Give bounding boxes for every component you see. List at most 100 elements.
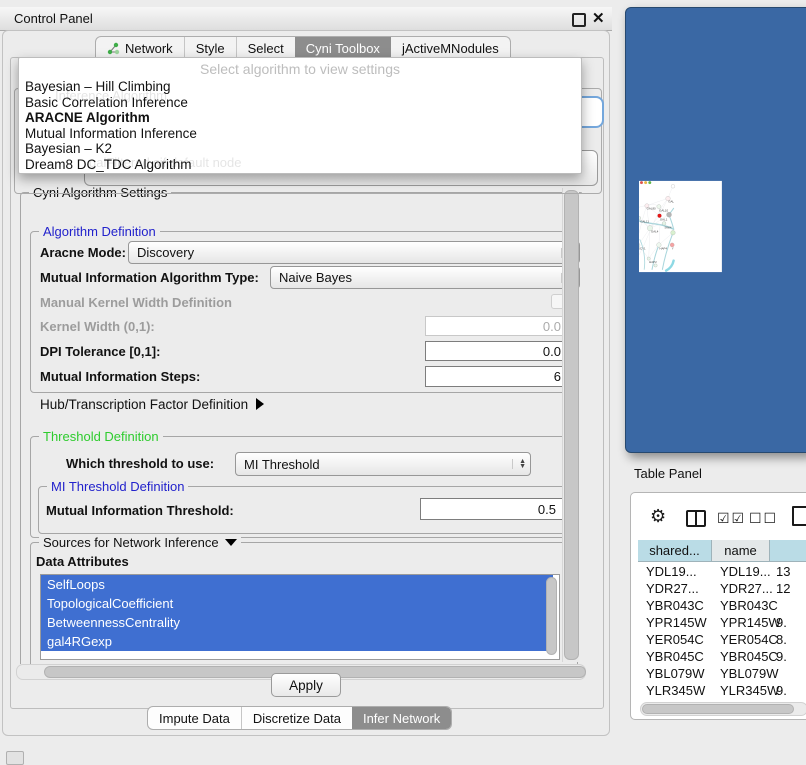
window-traffic-lights (640, 181, 651, 184)
mi-threshold-label: Mutual Information Threshold: (46, 500, 234, 520)
float-window-icon[interactable] (572, 13, 586, 27)
network-node-label: GAL1 (660, 217, 668, 221)
minimize-traffic-light[interactable] (644, 181, 647, 184)
table-cell[interactable]: YPR145W (720, 615, 781, 630)
zoom-traffic-light[interactable] (648, 181, 651, 184)
algorithm-option[interactable]: Bayesian – K2 (23, 141, 577, 157)
document-icon[interactable] (792, 506, 806, 526)
kernel-width-label: Kernel Width (0,1): (40, 316, 155, 336)
data-attribute-item[interactable]: gal4RGexp (41, 632, 553, 651)
tab-discretize-data[interactable]: Discretize Data (241, 707, 352, 729)
network-node[interactable] (657, 205, 661, 209)
network-node-label: GAL (668, 200, 674, 204)
network-node[interactable] (662, 222, 666, 226)
network-canvas[interactable]: GALGAL80GAL10GAL11GAL1SWI4GAL4GCY1HAP4YH… (639, 13, 806, 440)
algorithm-option[interactable]: Mutual Information Inference (23, 126, 577, 142)
tab-jactivemnodules[interactable]: jActiveMNodules (391, 37, 510, 59)
tab-style[interactable]: Style (184, 37, 236, 59)
table-cell[interactable]: YBR045C (720, 649, 778, 664)
algorithm-selector-prompt: Select algorithm to view settings (19, 61, 581, 77)
settings-vscrollbar-thumb[interactable] (564, 190, 579, 660)
data-attribute-item[interactable]: BetweennessCentrality (41, 613, 553, 632)
tab-impute-data[interactable]: Impute Data (148, 707, 241, 729)
table-cell[interactable]: 12 (776, 581, 790, 596)
mi-steps-label: Mutual Information Steps: (40, 366, 200, 386)
network-node[interactable] (671, 184, 675, 188)
table-cell[interactable]: YBR043C (720, 598, 778, 613)
table-hscrollbar-thumb[interactable] (642, 704, 794, 714)
settings-viewport: Cyni Algorithm Settings Algorithm Defini… (10, 186, 582, 664)
table-column-header[interactable]: name (712, 540, 770, 562)
apply-button[interactable]: Apply (271, 673, 341, 697)
dpi-tolerance-field[interactable]: 0.0 (425, 341, 568, 361)
gear-icon[interactable]: ⚙ (650, 506, 666, 527)
aracne-mode-combo[interactable]: Discovery ▲▼ (128, 241, 580, 264)
control-panel-tabs: Network Style Select Cyni Toolbox jActiv… (95, 36, 511, 59)
table-cell[interactable]: YBR045C (646, 649, 704, 664)
table-cell[interactable]: 9. (776, 683, 787, 698)
table-cell[interactable]: YDL19... (720, 564, 771, 579)
table-cell[interactable]: YPR145W (646, 615, 707, 630)
table-cell[interactable]: YBR043C (646, 598, 704, 613)
network-node[interactable] (671, 230, 676, 235)
kernel-width-field[interactable]: 0.0 (425, 316, 568, 336)
network-node[interactable] (639, 217, 641, 220)
table-cell[interactable]: 8. (776, 632, 787, 647)
close-traffic-light[interactable] (640, 181, 643, 184)
network-node-label: GCY1 (639, 247, 646, 251)
tab-infer-network[interactable]: Infer Network (352, 707, 451, 729)
data-attributes-list[interactable]: SelfLoopsTopologicalCoefficientBetweenne… (40, 574, 560, 660)
mi-threshold-title: MI Threshold Definition (47, 479, 188, 494)
combo-arrows-icon: ▲▼ (512, 459, 526, 469)
manual-kernel-width-label: Manual Kernel Width Definition (40, 292, 232, 312)
network-node[interactable] (658, 214, 662, 218)
table-cell[interactable]: YBL079W (720, 666, 779, 681)
network-node[interactable] (667, 212, 672, 217)
dock-icon[interactable] (6, 751, 24, 765)
table-cell[interactable]: YER054C (720, 632, 778, 647)
attribute-list-scrollbar[interactable] (546, 577, 557, 655)
network-node-label: GAL10 (659, 209, 668, 213)
table-cell[interactable]: YDL19... (646, 564, 697, 579)
mi-algorithm-type-combo[interactable]: Naive Bayes ▲▼ (270, 266, 580, 289)
hub-definition-toggle[interactable]: Hub/Transcription Factor Definition (40, 394, 264, 414)
tab-network[interactable]: Network (96, 37, 184, 59)
which-threshold-label: Which threshold to use: (66, 453, 214, 473)
network-node[interactable] (670, 243, 674, 247)
tab-select[interactable]: Select (236, 37, 295, 59)
data-attribute-item[interactable]: TopologicalCoefficient (41, 594, 553, 613)
threshold-definition-title: Threshold Definition (39, 429, 163, 444)
mi-threshold-field[interactable]: 0.5 (420, 498, 563, 520)
algorithm-definition-title: Algorithm Definition (39, 224, 160, 239)
tab-cyni-toolbox[interactable]: Cyni Toolbox (295, 37, 391, 59)
checked-boxes-icon[interactable]: ☑☑ (717, 510, 746, 527)
data-attribute-item[interactable]: SelfLoops (41, 575, 553, 594)
table-panel-title: Table Panel (634, 466, 702, 481)
table-cell[interactable]: YLR345W (646, 683, 705, 698)
table-cell[interactable]: YDR27... (646, 581, 699, 596)
table-cell[interactable]: 9. (776, 649, 787, 664)
table-cell[interactable]: YER054C (646, 632, 704, 647)
table-cell[interactable]: YLR345W (720, 683, 779, 698)
close-icon[interactable]: ✕ (592, 14, 605, 24)
which-threshold-combo[interactable]: MI Threshold ▲▼ (235, 452, 531, 476)
algorithm-option[interactable]: ARACNE Algorithm (23, 110, 577, 126)
columns-icon[interactable] (686, 510, 706, 527)
dpi-tolerance-label: DPI Tolerance [0,1]: (40, 341, 160, 361)
network-node[interactable] (654, 264, 657, 267)
table-cell[interactable]: 9. (776, 615, 787, 630)
table-column-header[interactable]: shared... (638, 540, 712, 562)
table-cell[interactable]: YBL079W (646, 666, 705, 681)
table-column-header[interactable] (770, 540, 806, 562)
algorithm-option[interactable]: Bayesian – Hill Climbing (23, 79, 577, 95)
algorithm-selector-popup: Select algorithm to view settings Infere… (18, 57, 582, 174)
sources-title: Sources for Network Inference (39, 535, 241, 550)
table-cell[interactable]: YDR27... (720, 581, 773, 596)
table-cell[interactable]: 13 (776, 564, 790, 579)
network-node-label: GAL80 (647, 207, 656, 211)
collapsed-arrow-icon (256, 398, 264, 410)
unchecked-boxes-icon[interactable]: ☐☐ (749, 510, 778, 527)
algorithm-option[interactable]: Basic Correlation Inference (23, 95, 577, 111)
mi-steps-field[interactable]: 6 (425, 366, 568, 387)
algorithm-option[interactable]: Dream8 DC_TDC Algorithm (23, 157, 577, 173)
